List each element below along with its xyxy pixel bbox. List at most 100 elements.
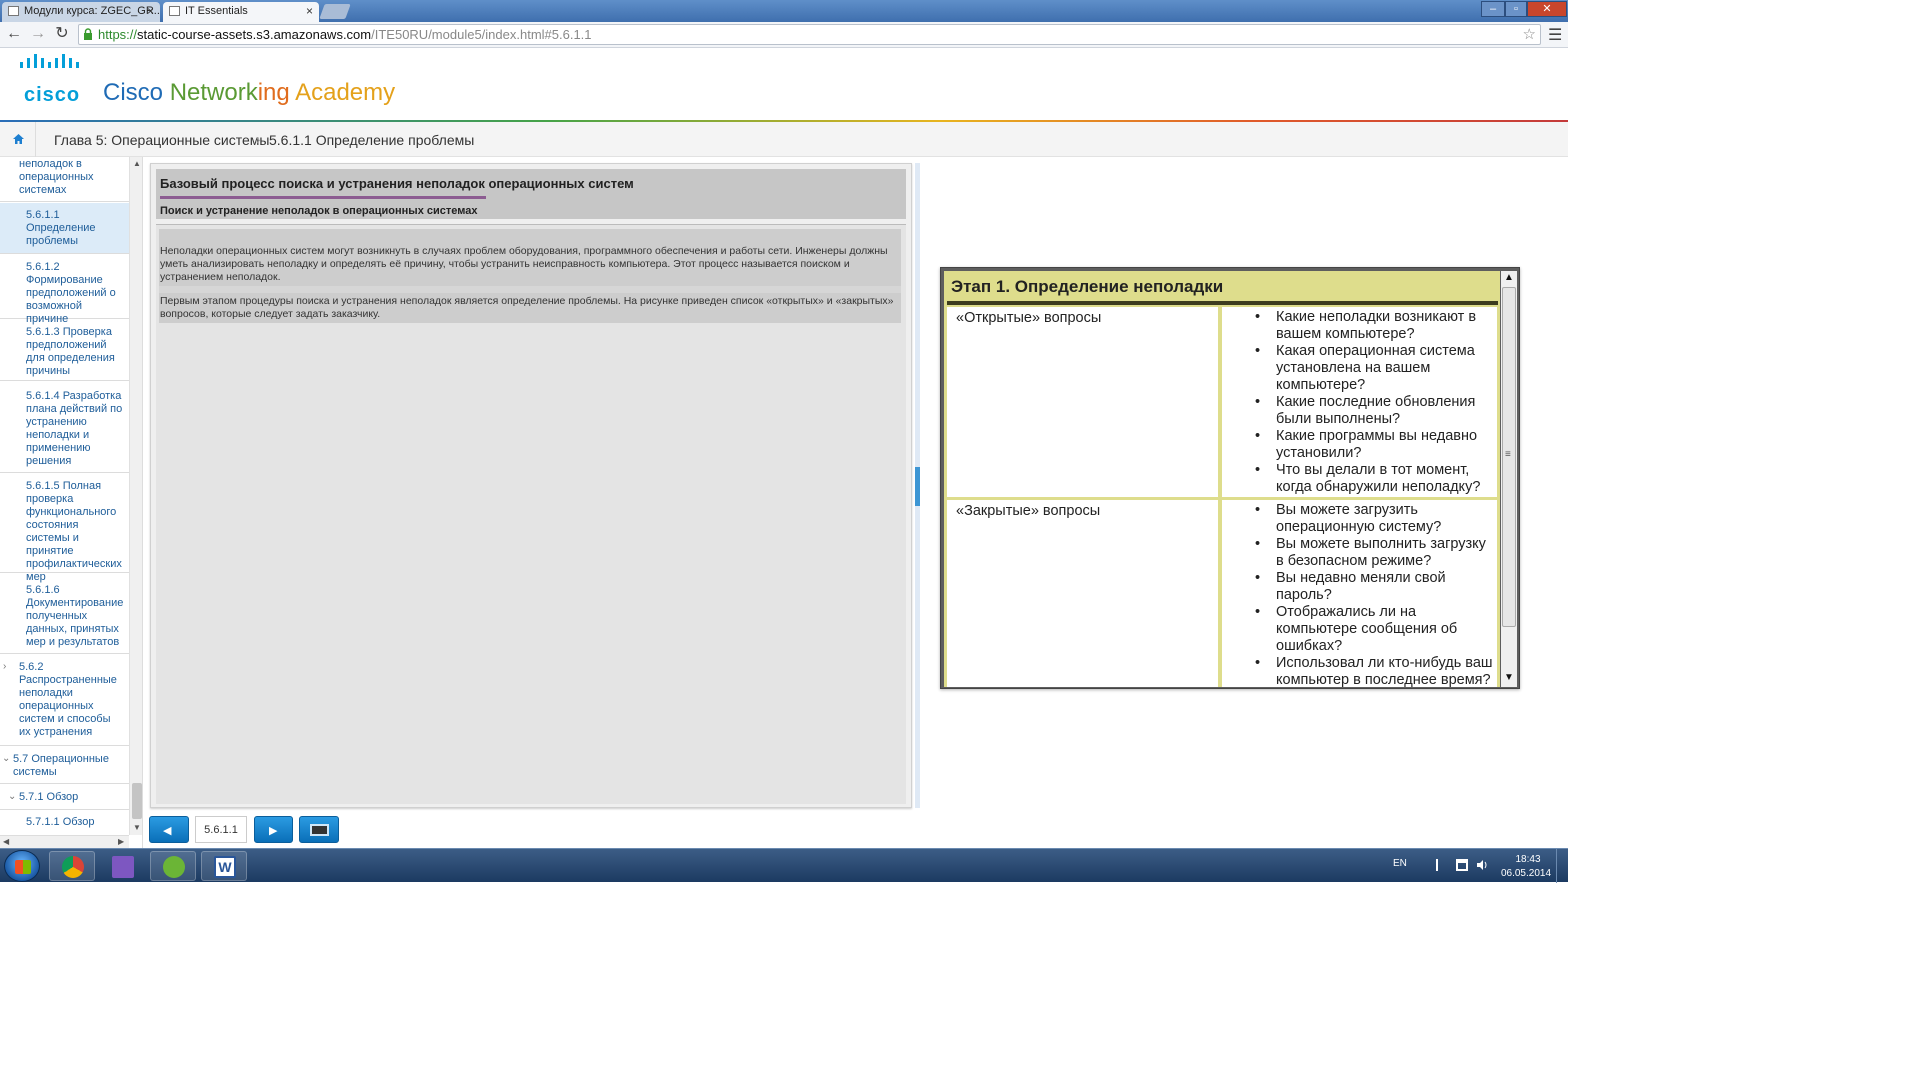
scroll-down-icon[interactable]: ▼ xyxy=(1504,672,1514,683)
address-bar[interactable]: https://static-course-assets.s3.amazonaw… xyxy=(78,24,1541,45)
open-questions-label-cell: «Открытые» вопросы xyxy=(947,307,1218,497)
breadcrumb: Глава 5: Операционные системы › 5.6.1.1 … xyxy=(0,122,1568,157)
question-text: Вы недавно меняли свой пароль? xyxy=(1276,570,1446,603)
sidebar-item-active[interactable]: 5.6.1.1 Определение проблемы xyxy=(0,203,129,254)
scroll-down-icon[interactable]: ▼ xyxy=(133,823,141,832)
taskbar-word-button[interactable]: W xyxy=(201,851,247,881)
open-questions-label: «Открытые» вопросы xyxy=(956,310,1102,326)
language-indicator[interactable]: EN xyxy=(1393,858,1407,869)
clock-date[interactable]: 06.05.2014 xyxy=(1500,868,1552,879)
bullet: • xyxy=(1255,394,1261,410)
windows-taskbar: W EN 18:43 06.05.2014 xyxy=(0,848,1568,883)
clock-time[interactable]: 18:43 xyxy=(1510,854,1546,865)
page-favicon-icon xyxy=(169,6,180,16)
question-item: • Какие неполадки возникают в вашем компь… xyxy=(1222,309,1497,343)
browser-tab-strip: Модули курса: ZGEC_GR... × IT Essentials… xyxy=(0,0,1568,22)
bullet: • xyxy=(1255,309,1261,325)
sidebar-item-collapsed[interactable]: › 5.6.2 Распространенные неполадки операц… xyxy=(0,655,129,746)
scroll-right-icon[interactable]: ▶ xyxy=(118,837,124,846)
panel-splitter[interactable] xyxy=(915,163,920,808)
question-text: Какие неполадки возникают в вашем компью… xyxy=(1276,309,1477,342)
content-header: Базовый процесс поиска и устранения непо… xyxy=(156,169,906,219)
url-path: /ITE50RU/module5/index.html#5.6.1.1 xyxy=(371,27,592,42)
question-text: Что вы делали в тот момент, когда обнару… xyxy=(1276,462,1481,495)
question-item: • Какие последние обновления были выполне… xyxy=(1222,394,1497,428)
sidebar-item[interactable]: 5.6.1.5 Полная проверка функционального … xyxy=(0,474,129,583)
tab-close-icon[interactable]: × xyxy=(147,2,154,20)
new-tab-button[interactable] xyxy=(319,4,351,19)
url-text: https://static-course-assets.s3.amazonaw… xyxy=(98,27,592,42)
sidebar-item[interactable]: неполадок в операционных системах xyxy=(0,157,129,202)
chrome-icon xyxy=(62,856,84,878)
volume-icon[interactable] xyxy=(1476,859,1488,871)
scroll-up-icon[interactable]: ▲ xyxy=(1504,272,1514,283)
sidebar-item[interactable]: 5.6.1.6 Документирование полученных данн… xyxy=(0,574,129,654)
sidebar-item-label: 5.7.1.1 Обзор xyxy=(26,816,95,828)
scrollbar-grip-icon: ≡ xyxy=(1505,449,1511,460)
previous-page-button[interactable]: ◀ xyxy=(149,816,189,843)
utorrent-icon xyxy=(163,856,185,878)
start-button[interactable] xyxy=(4,850,40,882)
page-favicon-icon xyxy=(8,6,19,16)
question-item: • Что вы делали в тот момент, когда обнар… xyxy=(1222,462,1497,496)
sidebar-horizontal-scrollbar[interactable]: ◀ ▶ xyxy=(0,835,129,848)
sidebar-item-label: 5.6.1.4 Разработка плана действий по уст… xyxy=(26,390,123,467)
tab-label: Модули курса: ZGEC_GR... xyxy=(24,5,160,17)
splitter-handle[interactable] xyxy=(915,467,920,506)
course-sidebar: неполадок в операционных системах 5.6.1.… xyxy=(0,157,143,848)
taskbar-chrome-button[interactable] xyxy=(49,851,95,881)
taskbar-visual-studio-button[interactable] xyxy=(99,851,145,881)
open-questions-list-cell: • Какие неполадки возникают в вашем компь… xyxy=(1222,307,1497,497)
show-desktop-button[interactable] xyxy=(1556,849,1568,883)
browser-menu-icon[interactable]: ☰ xyxy=(1548,25,1562,45)
sidebar-item-expanded[interactable]: ⌄ 5.7 Операционные системы xyxy=(0,747,129,784)
toggle-menu-button[interactable] xyxy=(299,816,339,843)
taskbar-utorrent-button[interactable] xyxy=(150,851,196,881)
sidebar-item-expanded[interactable]: ⌄ 5.7.1 Обзор xyxy=(0,785,129,810)
figure-content: Этап 1. Определение неполадки «Открытые»… xyxy=(944,271,1500,687)
back-arrow-icon[interactable]: ← xyxy=(5,25,23,43)
sidebar-item[interactable]: 5.6.1.4 Разработка плана действий по уст… xyxy=(0,382,129,473)
url-host: static-course-assets.s3.amazonaws.com xyxy=(137,27,372,42)
paragraph: Первым этапом процедуры поиска и устране… xyxy=(159,293,901,323)
title-word-ing: ing xyxy=(257,79,290,106)
reload-icon[interactable]: ↻ xyxy=(53,25,71,43)
scrollbar-thumb[interactable] xyxy=(132,783,142,819)
browser-tab-it-essentials[interactable]: IT Essentials × xyxy=(163,2,319,22)
window-minimize-button[interactable]: – xyxy=(1481,1,1505,17)
scroll-left-icon[interactable]: ◀ xyxy=(3,837,9,846)
bookmark-star-icon[interactable]: ☆ xyxy=(1523,25,1536,43)
home-button[interactable] xyxy=(0,122,36,157)
figure-table: Этап 1. Определение неполадки «Открытые»… xyxy=(940,267,1520,689)
sidebar-item-label: 5.6.1.2 Формирование предположений о воз… xyxy=(26,261,116,325)
sidebar-item[interactable]: 5.7.1.1 Обзор xyxy=(0,811,129,835)
bullet: • xyxy=(1255,343,1261,359)
question-text: Использовал ли кто-нибудь ваш компьютер … xyxy=(1276,655,1493,687)
figure-vertical-scrollbar[interactable]: ▲ ≡ ▼ xyxy=(1501,271,1517,687)
next-page-button[interactable]: ▶ xyxy=(254,816,293,843)
page-number-field[interactable]: 5.6.1.1 xyxy=(195,816,247,843)
question-item: • Какая операционная система установлена … xyxy=(1222,343,1497,394)
sidebar-item[interactable]: 5.6.1.3 Проверка предположений для опред… xyxy=(0,320,129,381)
breadcrumb-chapter[interactable]: Глава 5: Операционные системы xyxy=(54,132,269,148)
action-center-flag-icon[interactable] xyxy=(1436,859,1448,871)
arrow-left-icon: ◀ xyxy=(163,825,172,837)
scroll-up-icon[interactable]: ▲ xyxy=(133,159,141,168)
tab-close-icon[interactable]: × xyxy=(306,2,313,20)
academy-title[interactable]: Cisco Networking Academy xyxy=(103,79,395,107)
windows-logo-icon xyxy=(15,860,31,874)
window-close-button[interactable]: ✕ xyxy=(1527,1,1567,17)
figure-title: Этап 1. Определение неполадки xyxy=(951,277,1224,296)
content-body: Неполадки операционных систем могут возн… xyxy=(156,224,906,804)
network-icon[interactable] xyxy=(1456,859,1468,871)
question-text: Вы можете выполнить загрузку в безопасно… xyxy=(1276,536,1486,569)
browser-tab-course-modules[interactable]: Модули курса: ZGEC_GR... × xyxy=(2,2,160,22)
chevron-right-icon: › xyxy=(3,661,7,672)
sidebar-vertical-scrollbar[interactable]: ▲ ▼ xyxy=(129,157,142,835)
forward-arrow-icon[interactable]: → xyxy=(29,25,47,43)
window-maximize-button[interactable]: ▫ xyxy=(1505,1,1527,17)
sidebar-item[interactable]: 5.6.1.2 Формирование предположений о воз… xyxy=(0,255,129,325)
question-item: • Вы недавно меняли свой пароль? xyxy=(1222,570,1497,604)
question-item: • Вы можете выполнить загрузку в безопасн… xyxy=(1222,536,1497,570)
breadcrumb-section: 5.6.1.1 Определение проблемы xyxy=(269,132,475,148)
